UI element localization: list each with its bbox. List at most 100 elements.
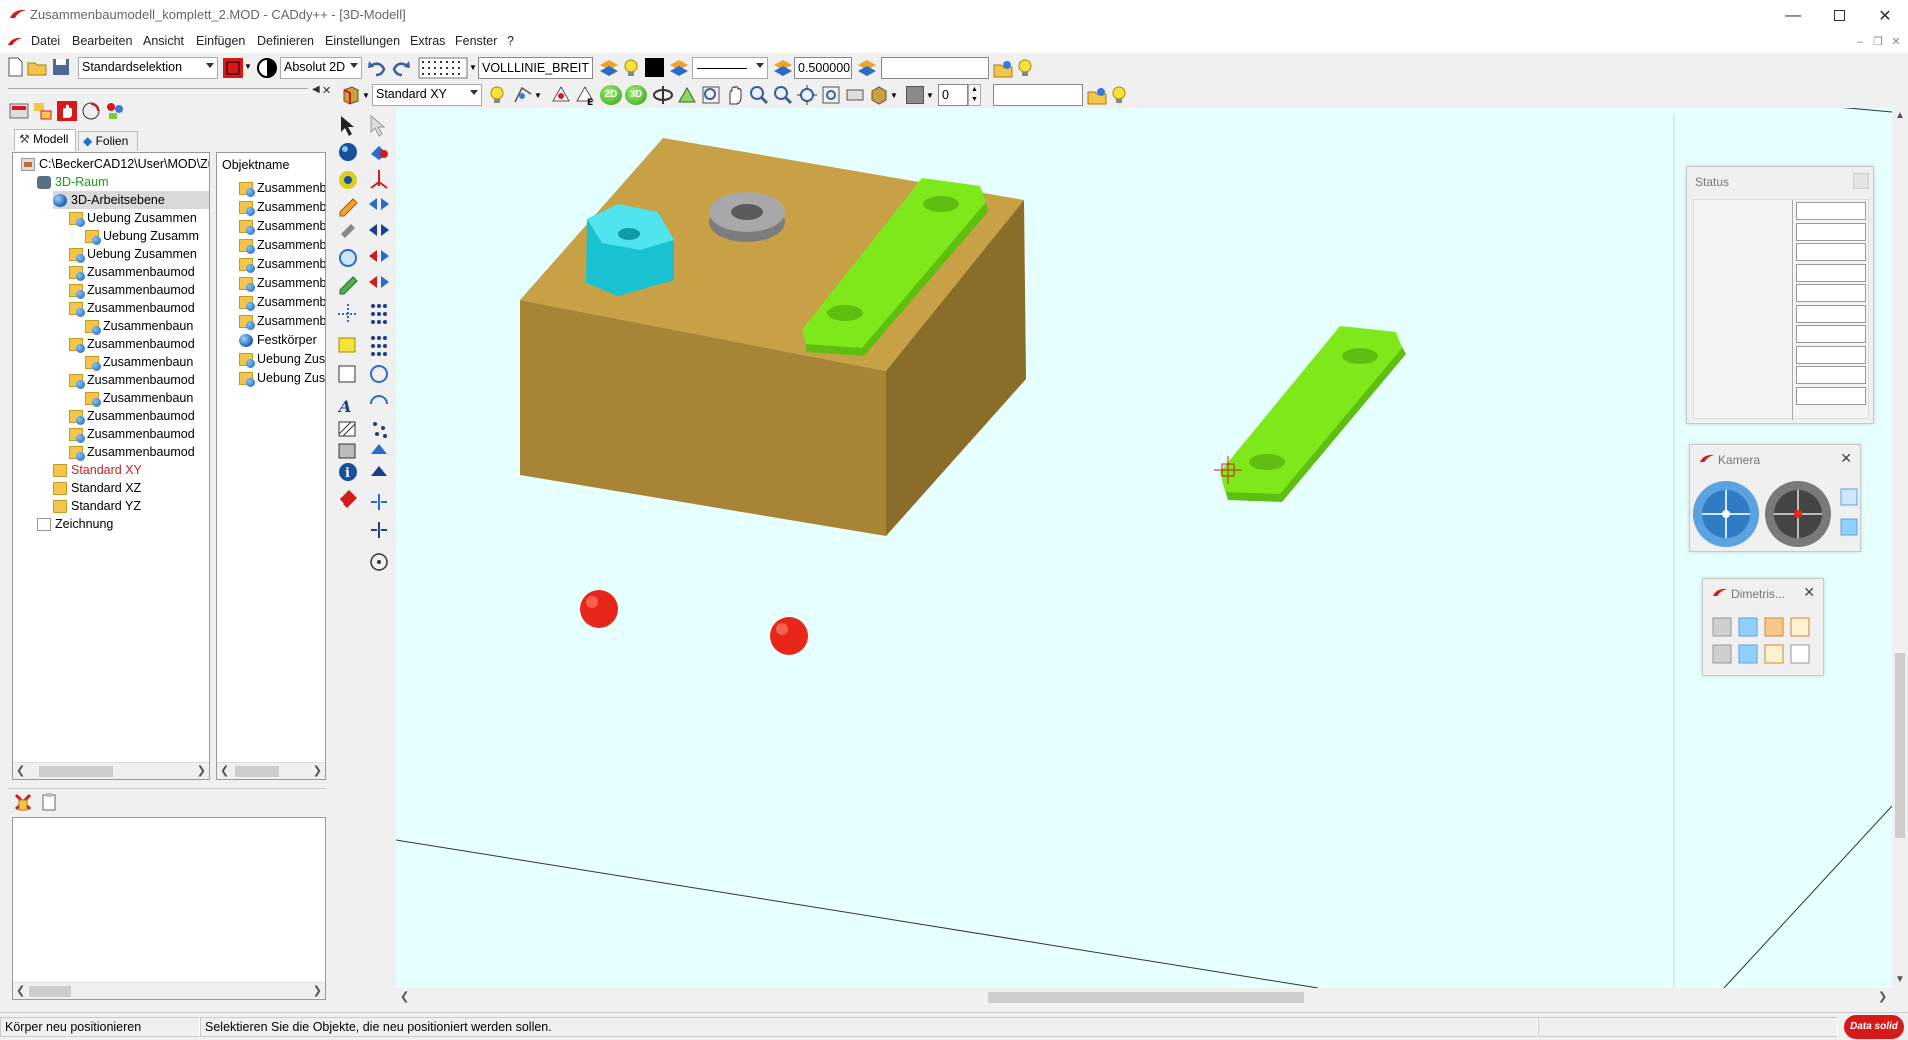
save-icon[interactable] [50, 56, 72, 78]
object-item[interactable]: Uebung Zusa [239, 350, 325, 368]
select-arrow-light-icon[interactable] [370, 114, 386, 137]
menu-help[interactable]: ? [507, 34, 514, 48]
dot-grid-large-icon[interactable] [371, 336, 387, 356]
undo-icon[interactable] [366, 57, 388, 79]
section-plane-icon[interactable] [844, 84, 866, 106]
line-type-field[interactable]: VOLLLINIE_BREIT [478, 57, 593, 79]
move-up-icon[interactable] [371, 444, 387, 454]
sphere-tool-icon[interactable] [339, 143, 357, 161]
clipboard-icon[interactable] [38, 791, 60, 813]
view-filter-field[interactable] [993, 84, 1083, 106]
viewport-horizontal-thumb[interactable] [988, 992, 1304, 1003]
tree-item[interactable]: Zusammenbaumod [69, 443, 195, 461]
object-item[interactable]: Zusammenb [239, 179, 325, 197]
camera-zoom-globe-icon[interactable] [1765, 481, 1831, 547]
mirror-red-icon[interactable] [369, 250, 389, 262]
new-file-icon[interactable] [4, 56, 26, 78]
mirror-copy-icon[interactable] [369, 276, 389, 288]
view-cube-orange-icon[interactable] [1764, 617, 1784, 637]
menu-extras[interactable]: Extras [410, 34, 445, 48]
dotted-axes-icon[interactable] [338, 304, 358, 324]
properties-scroll-thumb[interactable] [29, 986, 71, 997]
object-item[interactable]: Festkörper [239, 331, 317, 349]
menu-datei[interactable]: Datei [31, 34, 60, 48]
move-up-filled-icon[interactable] [371, 466, 387, 476]
render-cube-icon[interactable] [868, 84, 890, 106]
minimize-button[interactable]: — [1770, 0, 1816, 31]
status-panel-close-button[interactable] [1853, 173, 1869, 189]
tree-horizontal-scrollbar[interactable]: ❮ ❯ [13, 762, 209, 779]
target-tool-icon[interactable] [370, 553, 388, 571]
hand-select-icon[interactable] [56, 100, 78, 122]
objects-scroll-thumb[interactable] [235, 766, 279, 777]
object-item[interactable]: Zusammenb [239, 217, 325, 235]
select-arrow-icon[interactable] [341, 116, 354, 136]
view-cube-light-icon[interactable] [1790, 617, 1810, 637]
layer-field[interactable] [881, 57, 989, 79]
chevron-down-icon[interactable]: ▼ [926, 91, 934, 100]
menu-fenster[interactable]: Fenster [455, 34, 497, 48]
tree-item[interactable]: Zusammenbaun [85, 353, 193, 371]
pan-hand-icon[interactable] [724, 84, 746, 106]
mdi-minimize-button[interactable]: – [1852, 34, 1868, 50]
folders-icon[interactable] [32, 100, 54, 122]
selection-color-icon[interactable] [222, 57, 244, 79]
camera-cube-bottom-icon[interactable] [1840, 518, 1858, 536]
lightbulb-icon[interactable] [1014, 57, 1036, 79]
tab-folien[interactable]: ◆ Folien [78, 131, 138, 151]
hatch-tool-icon[interactable] [338, 421, 356, 437]
rotate-tool-icon[interactable] [339, 249, 357, 267]
chevron-down-icon[interactable]: ▼ [469, 63, 477, 72]
menu-ansicht[interactable]: Ansicht [143, 34, 184, 48]
panel-gripper[interactable] [8, 88, 308, 93]
section-tool-icon[interactable] [338, 365, 356, 383]
spin-buttons[interactable]: ▲ ▼ [968, 84, 981, 106]
info-icon[interactable]: i [339, 463, 357, 481]
axes-tool-icon[interactable] [370, 170, 388, 189]
camera-cube-top-icon[interactable] [1840, 488, 1858, 506]
3d-viewport[interactable]: Status Kamera ✕ Dimetris... ✕ [396, 108, 1892, 988]
scatter-dots-icon[interactable] [373, 422, 387, 438]
zoom-in-icon[interactable] [748, 84, 770, 106]
model-tree-icon[interactable] [8, 100, 30, 122]
distribute-tool-icon[interactable] [371, 522, 387, 538]
properties-horizontal-scrollbar[interactable]: ❮ ❯ [13, 982, 325, 999]
tree-item[interactable]: Zusammenbaumod [69, 263, 195, 281]
tree-scroll-thumb[interactable] [39, 766, 113, 777]
object-list[interactable]: Objektname Zusammenb Zusammenb Zusammenb Zu… [216, 152, 326, 780]
rotate-copy-icon[interactable] [370, 365, 388, 383]
view-3d-button[interactable]: 3D [625, 85, 647, 105]
chevron-up-icon[interactable]: ▲ [1895, 110, 1905, 121]
view-cube-white-icon[interactable] [1790, 644, 1810, 664]
orbit-icon[interactable] [652, 84, 674, 106]
view-cube-gray-icon[interactable] [1712, 644, 1732, 664]
plane-icon[interactable] [512, 84, 534, 106]
view-cube-icon[interactable] [340, 84, 362, 106]
tree-item[interactable]: Zusammenbaun [85, 317, 193, 335]
tab-modell[interactable]: ⚒ Modell [14, 129, 76, 151]
tree-item[interactable]: Zusammenbaun [85, 389, 193, 407]
chevron-right-icon[interactable]: ❯ [313, 984, 322, 997]
move-arrows-icon[interactable] [369, 224, 389, 236]
view-cube-gray-icon[interactable] [1712, 617, 1732, 637]
sphere[interactable] [770, 617, 808, 655]
model-tree[interactable]: C:\BeckerCAD12\User\MOD\Zu 3D-Raum 3D-Arbe… [12, 152, 210, 780]
dimetric-panel-close-icon[interactable]: ✕ [1803, 584, 1815, 601]
text-tool-icon[interactable]: A [337, 397, 351, 416]
layer-manager-icon[interactable] [1086, 84, 1108, 106]
object-item[interactable]: Zusammenb [239, 312, 325, 330]
line-width-field[interactable]: 0.500000 [794, 57, 852, 79]
lightbulb-select-icon[interactable] [486, 84, 508, 106]
maximize-button[interactable] [1816, 0, 1862, 31]
lightbulb-icon[interactable] [620, 57, 642, 79]
tree-item[interactable]: Uebung Zusammen [69, 245, 197, 263]
view-cube-blue-icon[interactable] [1738, 644, 1758, 664]
object-item[interactable]: Zusammenb [239, 255, 325, 273]
object-item[interactable]: Zusammenb [239, 198, 325, 216]
chevron-right-icon[interactable]: ❯ [1878, 990, 1887, 1003]
tree-item[interactable]: Standard YZ [53, 497, 141, 515]
wrench-icon[interactable] [341, 224, 355, 238]
panel-pin-icon[interactable]: ◀ [312, 84, 320, 95]
tree-item[interactable]: Zeichnung [37, 515, 113, 533]
zoom-window-icon[interactable] [700, 84, 722, 106]
